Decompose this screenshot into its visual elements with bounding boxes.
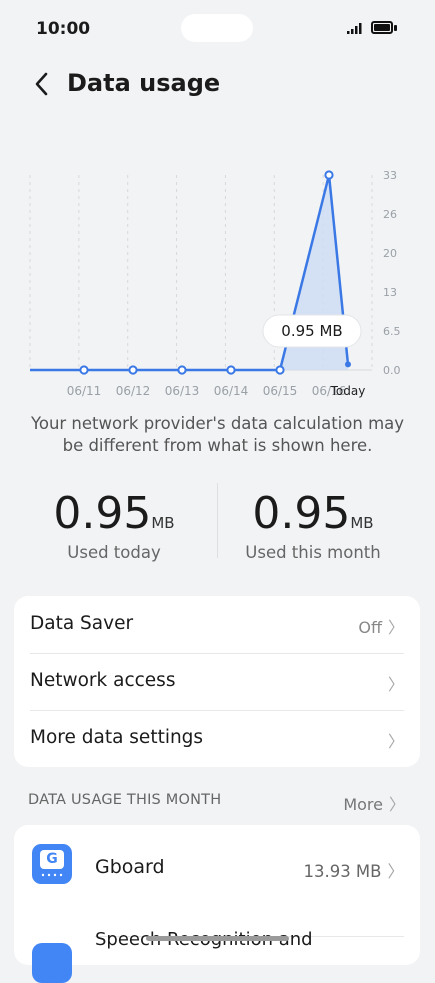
settings-card: Data Saver Off 〉 Network access 〉 More da… <box>14 596 420 767</box>
speech-recognition-icon <box>32 943 72 983</box>
chevron-right-icon: 〉 <box>387 862 405 881</box>
status-time: 10:00 <box>36 19 91 39</box>
more-data-settings-row[interactable]: More data settings 〉 <box>14 710 420 767</box>
gboard-icon: G <box>32 844 72 884</box>
x-tick-label: 06/12 <box>116 384 151 398</box>
page-header: Data usage <box>0 60 435 106</box>
chevron-right-icon: 〉 <box>387 675 404 694</box>
x-tick-label: 06/15 <box>263 384 298 398</box>
camera-pill <box>181 14 253 42</box>
x-tick-label: 06/13 <box>165 384 200 398</box>
data-saver-label: Data Saver <box>30 613 134 634</box>
app-row-gboard[interactable]: G Gboard 13.93 MB 〉 <box>14 825 420 909</box>
data-usage-chart[interactable]: 33 26 20 13 6.5 0.0 06/11 06/12 06/13 06/14 06/15 0… <box>0 160 435 410</box>
x-tick-label: Today <box>330 384 366 398</box>
app-size: 13.93 MB <box>303 862 382 881</box>
more-label: More <box>343 795 383 814</box>
data-point <box>79 365 89 375</box>
y-tick-label: 0.0 <box>383 364 401 377</box>
y-tick-label: 20 <box>383 247 397 260</box>
y-tick-label: 6.5 <box>383 325 401 338</box>
chevron-left-icon <box>35 72 48 96</box>
signal-icon <box>347 23 362 34</box>
status-bar: 10:00 <box>0 0 435 58</box>
used-month-stat: 0.95MB Used this month <box>213 488 413 562</box>
used-today-label: Used today <box>67 543 161 562</box>
more-link[interactable]: More 〉 <box>343 791 405 815</box>
app-usage-list: G Gboard 13.93 MB〉 Speech Recognition an… <box>14 825 420 983</box>
used-month-unit: MB <box>350 514 374 532</box>
app-name: Gboard <box>95 856 165 878</box>
data-saver-row[interactable]: Data Saver Off 〉 <box>14 596 420 653</box>
data-point <box>275 365 285 375</box>
battery-icon <box>371 21 393 34</box>
page-title: Data usage <box>67 69 221 97</box>
data-point-today <box>345 361 351 368</box>
y-tick-label: 13 <box>383 286 397 299</box>
y-tick-label: 33 <box>383 169 397 182</box>
used-month-value: 0.95 <box>252 488 351 539</box>
data-point <box>324 170 334 180</box>
chevron-right-icon: 〉 <box>387 618 404 637</box>
network-access-label: Network access <box>30 670 176 691</box>
disclaimer-text: Your network provider's data calculation… <box>30 414 405 455</box>
tooltip-value: 0.95 MB <box>281 322 342 340</box>
network-access-row[interactable]: Network access 〉 <box>14 653 420 710</box>
used-today-stat: 0.95MB Used today <box>14 488 214 562</box>
section-title: DATA USAGE THIS MONTH <box>28 792 222 808</box>
x-tick-label: 06/11 <box>67 384 102 398</box>
more-data-settings-label: More data settings <box>30 727 204 748</box>
data-point <box>226 365 236 375</box>
back-button[interactable] <box>34 72 48 99</box>
chevron-right-icon: 〉 <box>387 732 404 751</box>
battery-tip <box>394 25 397 31</box>
data-point <box>177 365 187 375</box>
used-today-value: 0.95 <box>53 488 152 539</box>
y-tick-label: 26 <box>383 208 397 221</box>
chevron-right-icon: 〉 <box>388 795 405 814</box>
data-point <box>128 365 138 375</box>
used-today-unit: MB <box>151 514 175 532</box>
home-indicator[interactable] <box>146 936 289 941</box>
x-tick-label: 06/14 <box>214 384 249 398</box>
used-month-label: Used this month <box>245 543 381 562</box>
data-saver-value: Off <box>358 618 382 637</box>
